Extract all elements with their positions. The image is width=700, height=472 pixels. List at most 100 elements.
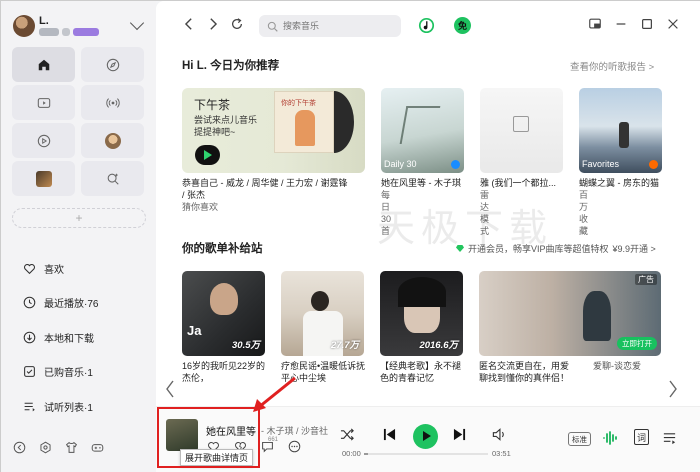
quick-nav-grid [12,47,146,196]
ad-label: 广告 [635,274,657,285]
chevron-down-icon[interactable] [129,15,145,31]
search-input[interactable] [283,21,393,31]
favorites-caption: 蝴蝶之翼 - 房东的猫 [579,178,659,188]
playlist-cover: 27.7万 [281,271,364,356]
vip-free-button[interactable]: 免 [454,17,471,34]
person-figure [619,122,629,148]
ad-cover: 广告 立即打开 [479,271,661,356]
vip-badge [62,28,70,36]
sound-effect-icon[interactable] [602,430,618,446]
home-icon [38,59,49,70]
refresh-icon[interactable] [230,17,244,31]
artist-thumbnail [104,132,121,149]
ad-caption: 匿名交流更自在，用爱聊找到懂你的真伴侣！ [479,361,570,383]
playlists-title: 你的歌单补给站 [182,243,263,255]
player-bar: 她在风里等 - 木子琪 / 沙音社 661 展开歌曲详情页 00:00 03:5… [156,406,700,472]
volume-icon[interactable] [491,427,507,442]
more-icon[interactable] [288,440,301,453]
next-track-icon[interactable] [453,427,466,442]
recommend-title: Hi L. 今日为你推荐 [182,60,280,72]
sidebar-item-trial-list[interactable]: 试听列表·1 [12,389,146,424]
back-arrow-icon[interactable] [182,17,196,31]
progress-fill [364,453,368,455]
search-box[interactable] [259,15,401,37]
forward-arrow-icon[interactable] [206,17,220,31]
list-icon [24,402,35,412]
singer-hair [398,277,446,307]
daily30-cover: Daily 30 [381,88,464,173]
mini-player-icon[interactable] [588,17,602,31]
play-circle-button[interactable] [12,123,75,158]
scroll-right-icon[interactable] [668,379,678,399]
sidebar-item-liked[interactable]: 喜欢 [12,251,146,286]
cover-logo-text: Ja [187,323,202,338]
minimize-icon[interactable] [614,17,628,31]
singer-hair [311,291,329,311]
video-icon [37,97,50,108]
download-icon [23,331,36,344]
music-note-icon[interactable] [418,17,435,34]
member-badge [73,28,99,36]
sidebar-item-label: 喜欢 [44,264,64,276]
level-badge [39,28,59,36]
afternoon-tea-banner[interactable]: 下午茶 尝试来点儿音乐提提神吧~ 你的下午茶 [182,88,365,173]
listening-report-link[interactable]: 查看你的听歌报告 > [570,59,654,73]
sidebar-item-purchased[interactable]: 已购音乐·1 [12,355,146,390]
user-name[interactable]: L. [39,15,49,27]
artist-tile[interactable] [81,123,144,158]
clock-icon [23,296,36,309]
vip-promo-link[interactable]: 开通会员，畅享VIP曲库等超值特权 ¥9.9开通 > [456,242,656,255]
user-profile[interactable]: L. [11,13,146,39]
play-circle-icon [37,134,50,147]
discover-button[interactable] [81,47,144,82]
banner-subtitle: 尝试来点儿音乐提提神吧~ [194,115,258,137]
album-thumbnail [35,170,52,187]
home-button[interactable] [12,47,75,82]
playlist-queue-icon[interactable] [662,431,677,446]
banner-play-button[interactable] [195,145,220,165]
maximize-icon[interactable] [640,17,654,31]
sidebar-item-label: 已购音乐·1 [44,368,93,380]
avatar[interactable] [13,15,35,37]
skin-icon[interactable] [65,441,78,454]
search-icon [267,21,278,32]
now-playing-artist[interactable]: - 木子琪 / 沙音社 [261,424,328,437]
ad-brand: 爱聊-谈恋爱 [593,361,641,371]
audio-quality-button[interactable]: 标准 [568,432,591,446]
play-button[interactable] [413,424,438,449]
banner-cover: 你的下午茶 [274,91,334,153]
shuffle-icon[interactable] [340,427,355,442]
scroll-left-icon[interactable] [165,379,175,399]
calligraphy-art [399,106,441,144]
top-bar: 免 [156,1,700,47]
previous-track-icon[interactable] [383,427,396,442]
open-now-button[interactable]: 立即打开 [617,337,657,350]
vip-promo-text: 开通会员，畅享VIP曲库等超值特权 [468,244,609,254]
sidebar-item-downloads[interactable]: 本地和下载 [12,320,146,355]
radio-button[interactable] [81,85,144,120]
daily30-caption: 她在风里等 - 木子琪 [381,178,461,188]
highlight-box [157,407,260,468]
settings-icon[interactable] [39,441,52,454]
playlist-caption: 【经典老歌】永不褪色的青春记忆 [380,361,462,383]
back-circle-icon[interactable] [13,441,26,454]
radar-caption: 雅 (我们一个都拉... [480,178,556,188]
play-dot-icon [649,160,658,169]
music-search-button[interactable] [81,161,144,196]
close-icon[interactable] [666,17,680,31]
video-button[interactable] [12,85,75,120]
progress-bar[interactable] [364,453,488,455]
add-shortcut-button[interactable]: + [12,208,146,228]
game-icon[interactable] [91,441,104,454]
banner-caption[interactable]: 恭喜自己 - 威龙 / 周华健 / 王力宏 / 谢霆锋 / 张杰 [182,177,352,201]
sidebar-item-recent[interactable]: 最近播放·76 [12,286,146,321]
time-current: 00:00 [342,449,361,458]
favorites-cover: Favorites [579,88,662,173]
lyrics-button[interactable]: 词 [634,429,649,445]
diamond-icon [456,245,464,252]
time-total: 03:51 [492,449,511,458]
favorites-meta: 百万收藏 [579,190,589,236]
banner-title: 下午茶 [194,98,231,112]
daily30-tag: Daily 30 [384,159,417,169]
album-tile[interactable] [12,161,75,196]
